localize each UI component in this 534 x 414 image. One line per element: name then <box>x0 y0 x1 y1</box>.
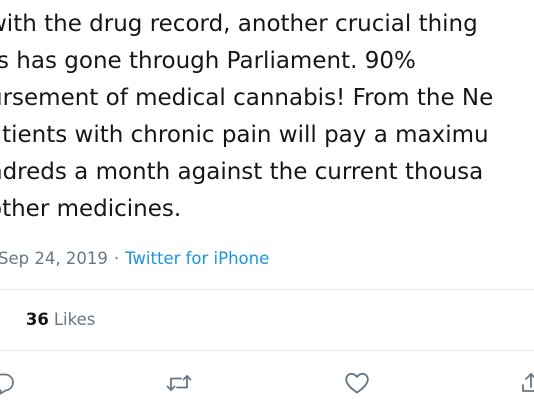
share-icon <box>522 373 534 392</box>
tweet-source-link[interactable]: Twitter for iPhone <box>125 249 269 268</box>
retweet-button[interactable] <box>164 368 194 398</box>
divider <box>0 289 534 290</box>
tweet-metadata: Sep 24, 2019 · Twitter for iPhone <box>0 247 269 271</box>
divider <box>0 350 534 351</box>
likes-stat[interactable]: 36 Likes <box>26 310 95 329</box>
tweet-text-line: other medicines. <box>0 196 182 222</box>
tweet-date[interactable]: Sep 24, 2019 <box>0 249 108 268</box>
reply-icon <box>0 373 14 395</box>
tweet-text-line: atients with chronic pain will pay a max… <box>0 122 489 148</box>
likes-label: Likes <box>53 310 96 329</box>
tweet-text-line: ndreds a month against the current thous… <box>0 159 484 185</box>
retweet-icon <box>166 375 192 391</box>
tweet-text-line: with the drug record, another crucial th… <box>0 11 478 37</box>
meta-separator: · <box>113 249 120 268</box>
tweet-stats: s 36Likes <box>0 308 95 332</box>
reply-button[interactable] <box>0 368 18 398</box>
heart-icon <box>345 372 369 394</box>
tweet-text: with the drug record, another crucial th… <box>0 6 493 228</box>
tweet-text-line: ursement of medical cannabis! From the N… <box>0 85 494 111</box>
tweet-text-line: ts has gone through Parliament. 90% <box>0 48 416 74</box>
share-button[interactable] <box>516 368 534 398</box>
retweets-stat-label[interactable]: s <box>0 310 1 329</box>
like-button[interactable] <box>342 368 372 398</box>
likes-count: 36 <box>25 310 49 329</box>
